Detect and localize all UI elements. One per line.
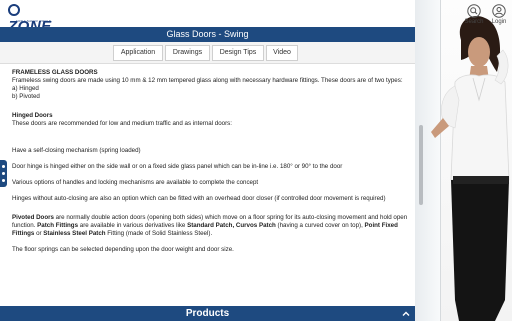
hinged-point-1: Have a self-closing mechanism (spring lo…: [12, 147, 141, 154]
app-header: ZONE FOR A SAFER WORLD: [0, 0, 415, 35]
floor-springs-paragraph: The floor springs can be selected depend…: [12, 246, 234, 253]
login-label: Login: [491, 19, 507, 25]
search-button[interactable]: Search: [462, 3, 486, 27]
products-bar[interactable]: Products: [0, 306, 415, 321]
section-tabs: Application Drawings Design Tips Video: [0, 42, 415, 64]
more-dots-icon: [2, 165, 5, 168]
type-item-pivoted: b) Pivoted: [12, 93, 40, 100]
tab-drawings[interactable]: Drawings: [165, 45, 210, 61]
page-title: Glass Doors - Swing: [166, 29, 249, 39]
ozone-logo[interactable]: ZONE FOR A SAFER WORLD: [8, 3, 60, 35]
chevron-up-icon[interactable]: [401, 309, 411, 319]
hinged-point-3: Various options of handles and locking m…: [12, 179, 259, 186]
tab-application[interactable]: Application: [113, 45, 163, 61]
hinged-point-2: Door hinge is hinged either on the side …: [12, 163, 343, 170]
pivoted-paragraph: Pivoted Doors are normally double action…: [12, 214, 408, 237]
logo-o-mark: [8, 4, 20, 16]
search-icon: [467, 4, 481, 18]
article-content: FRAMELESS GLASS DOORS Frameless swing do…: [12, 69, 412, 305]
search-label: Search: [464, 19, 484, 25]
side-menu-handle[interactable]: [0, 160, 7, 187]
hinged-point-4: Hinges without auto-closing are also an …: [12, 195, 386, 202]
login-button[interactable]: Login: [487, 3, 511, 27]
promo-photo: [415, 0, 512, 321]
section-heading-hinged: Hinged Doors: [12, 112, 53, 119]
user-icon: [492, 4, 506, 18]
hinged-intro: These doors are recommended for low and …: [12, 120, 232, 127]
type-item-hinged: a) Hinged: [12, 85, 39, 92]
pivoted-lead: Pivoted Doors: [12, 214, 54, 221]
tab-video[interactable]: Video: [266, 45, 298, 61]
section-heading-frameless: FRAMELESS GLASS DOORS: [12, 69, 98, 76]
page-title-bar: Glass Doors - Swing: [0, 27, 415, 42]
logo-tagline: FOR A SAFER WORLD: [16, 19, 52, 23]
products-label: Products: [185, 308, 230, 319]
woman-illustration: [431, 16, 510, 321]
tab-design-tips[interactable]: Design Tips: [212, 45, 264, 61]
intro-paragraph: Frameless swing doors are made using 10 …: [12, 77, 403, 84]
